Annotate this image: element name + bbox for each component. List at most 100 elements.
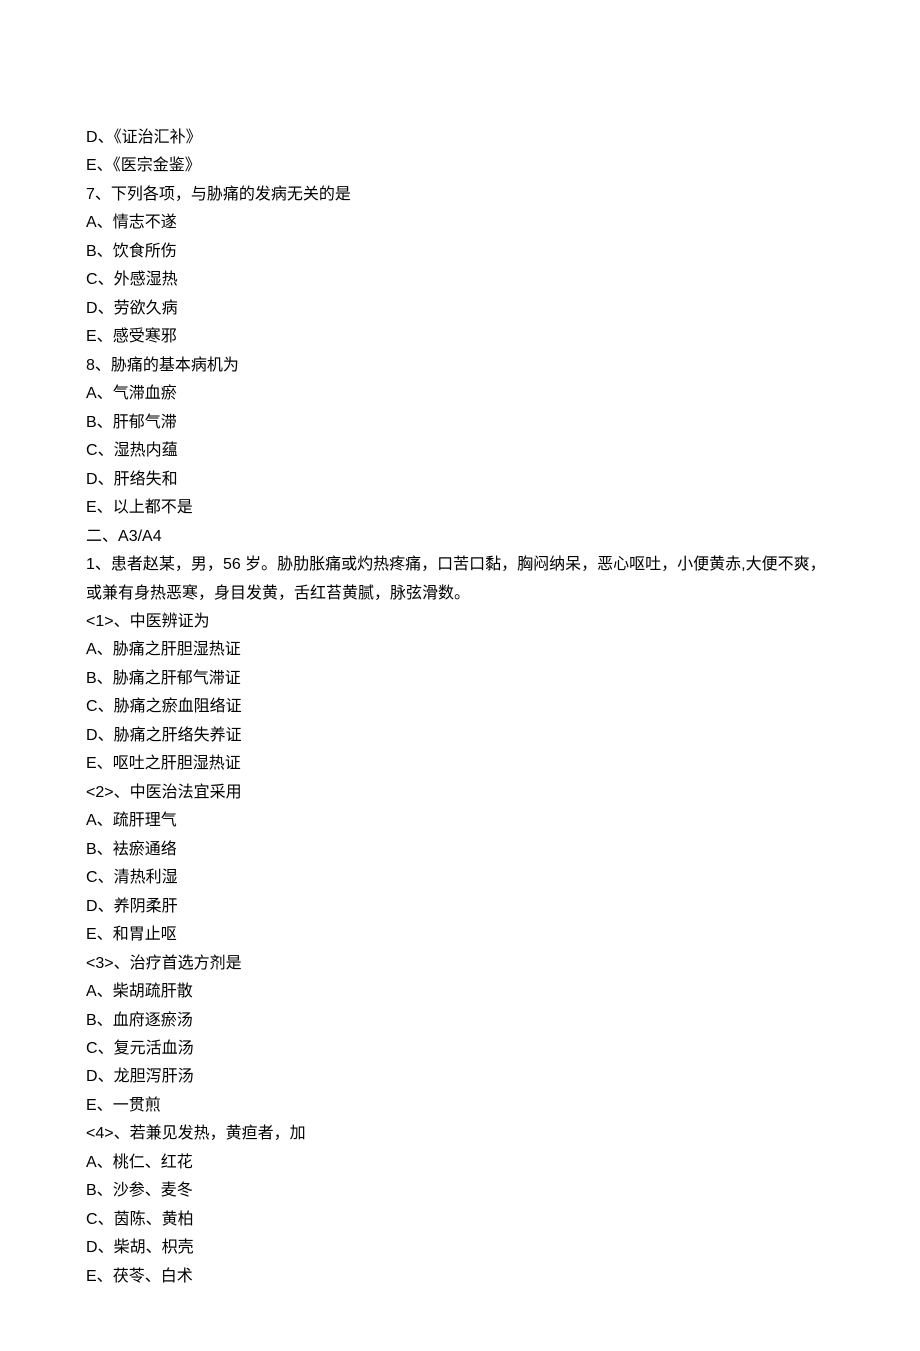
option-d: D、柴胡、枳壳 — [86, 1234, 834, 1262]
sub-label: <3> — [86, 955, 114, 972]
option-text: 胁痛之瘀血阻络证 — [114, 698, 242, 715]
option-label: A — [86, 812, 97, 829]
option-e: E、《医宗金鉴》 — [86, 152, 834, 180]
option-label: B — [86, 670, 97, 687]
option-text: 肝络失和 — [114, 471, 178, 488]
option-text: 柴胡、枳壳 — [114, 1239, 194, 1256]
option-a: A、气滞血瘀 — [86, 380, 834, 408]
option-label: A — [86, 641, 97, 658]
option-text: 《证治汇补》 — [114, 129, 202, 146]
option-d: D、胁痛之肝络失养证 — [86, 722, 834, 750]
option-text: 桃仁、红花 — [113, 1154, 193, 1171]
subquestion-2: <2>、中医治法宜采用 — [86, 779, 834, 807]
option-label: D — [86, 300, 98, 317]
option-e: E、一贯煎 — [86, 1092, 834, 1120]
option-text: 肝郁气滞 — [113, 414, 177, 431]
section-text: A3/A4 — [118, 528, 162, 545]
option-e: E、以上都不是 — [86, 494, 834, 522]
option-text: 胁痛之肝郁气滞证 — [113, 670, 241, 687]
question-text: 胁痛的基本病机为 — [111, 357, 239, 374]
option-label: E — [86, 755, 97, 772]
question-number: 7 — [86, 186, 95, 203]
sub-text: 若兼见发热，黄疸者，加 — [130, 1125, 306, 1142]
option-label: E — [86, 499, 97, 516]
option-text: 血府逐瘀汤 — [113, 1012, 193, 1029]
sub-label: <2> — [86, 784, 114, 801]
option-d: D、养阴柔肝 — [86, 893, 834, 921]
option-a: A、柴胡疏肝散 — [86, 978, 834, 1006]
option-e: E、呕吐之肝胆湿热证 — [86, 750, 834, 778]
option-d: D、龙胆泻肝汤 — [86, 1063, 834, 1091]
option-label: D — [86, 898, 98, 915]
option-a: A、情志不遂 — [86, 209, 834, 237]
option-text: 劳欲久病 — [114, 300, 178, 317]
option-label: E — [86, 157, 97, 174]
option-text: 柴胡疏肝散 — [113, 983, 193, 1000]
option-text: 一贯煎 — [113, 1097, 161, 1114]
option-text: 《医宗金鉴》 — [113, 157, 201, 174]
option-text: 饮食所伤 — [113, 243, 177, 260]
subquestion-4: <4>、若兼见发热，黄疸者，加 — [86, 1120, 834, 1148]
option-a: A、胁痛之肝胆湿热证 — [86, 636, 834, 664]
question-7: 7、下列各项，与胁痛的发病无关的是 — [86, 181, 834, 209]
sub-text: 中医辨证为 — [130, 613, 210, 630]
option-c: C、湿热内蕴 — [86, 437, 834, 465]
option-e: E、和胃止呕 — [86, 921, 834, 949]
option-label: D — [86, 1068, 98, 1085]
option-label: E — [86, 926, 97, 943]
question-8: 8、胁痛的基本病机为 — [86, 352, 834, 380]
option-text: 养阴柔肝 — [114, 898, 178, 915]
option-b: B、饮食所伤 — [86, 238, 834, 266]
case-1: 1、患者赵某，男，56 岁。胁肋胀痛或灼热疼痛，口苦口黏，胸闷纳呆，恶心呕吐，小… — [86, 551, 834, 608]
sub-text: 治疗首选方剂是 — [130, 955, 242, 972]
option-e: E、茯苓、白术 — [86, 1263, 834, 1291]
option-b: B、血府逐瘀汤 — [86, 1007, 834, 1035]
case-age: 56 — [223, 556, 241, 573]
question-text: 下列各项，与胁痛的发病无关的是 — [111, 186, 351, 203]
option-text: 龙胆泻肝汤 — [114, 1068, 194, 1085]
option-e: E、感受寒邪 — [86, 323, 834, 351]
option-text: 和胃止呕 — [113, 926, 177, 943]
option-c: C、复元活血汤 — [86, 1035, 834, 1063]
case-text-a: 患者赵某，男， — [111, 556, 223, 573]
option-d: D、《证治汇补》 — [86, 124, 834, 152]
option-label: D — [86, 1239, 98, 1256]
sub-label: <1> — [86, 613, 114, 630]
option-label: C — [86, 271, 98, 288]
option-label: A — [86, 1154, 97, 1171]
option-text: 情志不遂 — [113, 214, 177, 231]
option-d: D、劳欲久病 — [86, 295, 834, 323]
option-label: C — [86, 698, 98, 715]
option-b: B、胁痛之肝郁气滞证 — [86, 665, 834, 693]
option-b: B、沙参、麦冬 — [86, 1177, 834, 1205]
option-label: E — [86, 1268, 97, 1285]
option-b: B、袪瘀通络 — [86, 836, 834, 864]
option-label: C — [86, 1040, 98, 1057]
option-text: 气滞血瘀 — [113, 385, 177, 402]
option-d: D、肝络失和 — [86, 466, 834, 494]
option-label: C — [86, 869, 98, 886]
option-c: C、茵陈、黄柏 — [86, 1206, 834, 1234]
option-text: 复元活血汤 — [114, 1040, 194, 1057]
option-label: E — [86, 328, 97, 345]
subquestion-3: <3>、治疗首选方剂是 — [86, 950, 834, 978]
option-label: E — [86, 1097, 97, 1114]
question-number: 8 — [86, 357, 95, 374]
option-label: D — [86, 471, 98, 488]
option-label: D — [86, 129, 98, 146]
sub-label: <4> — [86, 1125, 114, 1142]
option-text: 茯苓、白术 — [113, 1268, 193, 1285]
option-label: B — [86, 1182, 97, 1199]
option-c: C、外感湿热 — [86, 266, 834, 294]
option-label: B — [86, 414, 97, 431]
option-a: A、桃仁、红花 — [86, 1149, 834, 1177]
section-header: 二、A3/A4 — [86, 523, 834, 551]
section-label: 二、 — [86, 528, 118, 545]
option-label: B — [86, 1012, 97, 1029]
option-a: A、疏肝理气 — [86, 807, 834, 835]
option-label: C — [86, 1211, 98, 1228]
option-label: C — [86, 442, 98, 459]
option-text: 疏肝理气 — [113, 812, 177, 829]
option-c: C、清热利湿 — [86, 864, 834, 892]
option-label: A — [86, 385, 97, 402]
